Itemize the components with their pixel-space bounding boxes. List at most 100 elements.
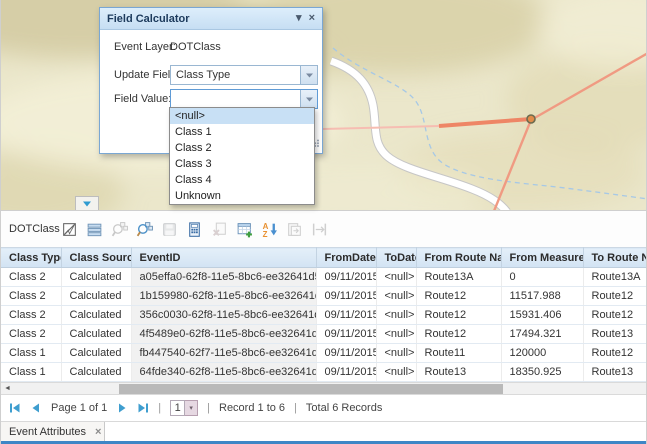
table-row[interactable]: Class 2Calculated1b159980-62f8-11e5-8bc6…	[1, 287, 647, 306]
table-cell[interactable]: <null>	[376, 287, 416, 306]
column-header[interactable]: From Route Name	[416, 248, 501, 268]
table-cell[interactable]: 09/11/2015	[316, 287, 376, 306]
update-field-dropdown-button[interactable]	[300, 66, 317, 84]
column-header[interactable]: To Route Name	[583, 248, 647, 268]
table-cell[interactable]: fb447540-62f7-11e5-8bc6-ee32641d5ec9	[131, 344, 316, 363]
column-header[interactable]: Class Type	[1, 248, 61, 268]
table-cell[interactable]: Calculated	[61, 344, 131, 363]
dropdown-option[interactable]: Class 3	[170, 156, 314, 172]
sort-records-icon[interactable]: AZ	[261, 221, 278, 238]
dropdown-option[interactable]: <null>	[170, 108, 314, 124]
table-cell[interactable]: 120000	[501, 344, 583, 363]
panel-collapse-handle[interactable]	[75, 196, 99, 210]
table-cell[interactable]: Route12	[583, 306, 647, 325]
table-cell[interactable]: 15931.406	[501, 306, 583, 325]
dropdown-option[interactable]: Class 2	[170, 140, 314, 156]
dropdown-option[interactable]: Class 1	[170, 124, 314, 140]
table-row[interactable]: Class 2Calculated356c0030-62f8-11e5-8bc6…	[1, 306, 647, 325]
table-cell[interactable]: Route13A	[416, 268, 501, 287]
dialog-titlebar[interactable]: Field Calculator ▾ ×	[100, 8, 322, 30]
next-page-button[interactable]	[116, 402, 128, 414]
table-cell[interactable]: 356c0030-62f8-11e5-8bc6-ee32641d5ec9	[131, 306, 316, 325]
table-cell[interactable]: Route12	[583, 287, 647, 306]
table-cell[interactable]: 4f5489e0-62f8-11e5-8bc6-ee32641d5ec9	[131, 325, 316, 344]
table-cell[interactable]: Calculated	[61, 287, 131, 306]
table-cell[interactable]: <null>	[376, 344, 416, 363]
scroll-left-arrow-icon[interactable]: ◄	[4, 383, 14, 394]
table-cell[interactable]: Class 2	[1, 287, 61, 306]
table-cell[interactable]: Class 1	[1, 344, 61, 363]
table-cell[interactable]: <null>	[376, 363, 416, 382]
table-row[interactable]: Class 1Calculatedfb447540-62f7-11e5-8bc6…	[1, 344, 647, 363]
page-number-select[interactable]: 1 ▾	[170, 400, 198, 416]
page-number-value[interactable]: 1	[170, 400, 185, 416]
table-cell[interactable]: <null>	[376, 325, 416, 344]
table-cell[interactable]: 11517.988	[501, 287, 583, 306]
table-cell[interactable]: 09/11/2015	[316, 344, 376, 363]
table-cell[interactable]: 18350.925	[501, 363, 583, 382]
dropdown-option[interactable]: Class 4	[170, 172, 314, 188]
table-cell[interactable]: Calculated	[61, 268, 131, 287]
table-cell[interactable]: 17494.321	[501, 325, 583, 344]
append-records-icon[interactable]	[236, 221, 253, 238]
table-cell[interactable]: Route12	[416, 287, 501, 306]
dialog-collapse-icon[interactable]: ▾	[296, 13, 302, 24]
table-cell[interactable]: a05effa0-62f8-11e5-8bc6-ee32641d5ec9	[131, 268, 316, 287]
table-cell[interactable]: Route13	[583, 363, 647, 382]
table-row[interactable]: Class 1Calculated64fde340-62f8-11e5-8bc6…	[1, 363, 647, 382]
table-cell[interactable]: 09/11/2015	[316, 363, 376, 382]
select-records-icon[interactable]	[61, 221, 78, 238]
table-cell[interactable]: 09/11/2015	[316, 325, 376, 344]
field-value-dropdown-button[interactable]	[300, 90, 317, 108]
field-value-combobox[interactable]	[170, 89, 318, 109]
table-cell[interactable]: Class 2	[1, 268, 61, 287]
table-cell[interactable]: Route12	[416, 325, 501, 344]
dropdown-option[interactable]: Unknown	[170, 188, 314, 204]
table-cell[interactable]: Route13	[583, 325, 647, 344]
tab-event-attributes[interactable]: Event Attributes ×	[1, 422, 105, 442]
page-number-dropdown-icon[interactable]: ▾	[185, 400, 198, 416]
dialog-close-icon[interactable]: ×	[309, 13, 315, 24]
table-cell[interactable]: Route12	[583, 344, 647, 363]
table-cell[interactable]: Route13	[416, 363, 501, 382]
table-cell[interactable]: Class 2	[1, 325, 61, 344]
table-cell[interactable]: <null>	[376, 268, 416, 287]
table-cell[interactable]: Route11	[416, 344, 501, 363]
table-cell[interactable]: Calculated	[61, 363, 131, 382]
table-cell[interactable]: Calculated	[61, 306, 131, 325]
column-header[interactable]: FromDate	[316, 248, 376, 268]
horizontal-scrollbar[interactable]: ◄	[1, 382, 647, 395]
column-header[interactable]: From Measure	[501, 248, 583, 268]
last-page-button[interactable]	[137, 402, 149, 414]
table-cell[interactable]: Route13A	[583, 268, 647, 287]
map-view[interactable]	[1, 0, 647, 210]
delete-selected-icon	[211, 221, 228, 238]
column-header[interactable]: Class Source	[61, 248, 131, 268]
table-cell[interactable]: 1b159980-62f8-11e5-8bc6-ee32641d5ec9	[131, 287, 316, 306]
event-layer-label: Event Layer:	[114, 41, 176, 53]
previous-page-button[interactable]	[30, 402, 42, 414]
pan-to-selected-icon[interactable]	[136, 221, 153, 238]
tab-close-icon[interactable]: ×	[95, 426, 101, 438]
dialog-title: Field Calculator	[107, 13, 289, 25]
scrollbar-thumb[interactable]	[119, 384, 503, 394]
table-cell[interactable]: <null>	[376, 306, 416, 325]
table-cell[interactable]: Class 2	[1, 306, 61, 325]
table-cell[interactable]: 0	[501, 268, 583, 287]
table-row[interactable]: Class 2Calculateda05effa0-62f8-11e5-8bc6…	[1, 268, 647, 287]
table-row[interactable]: Class 2Calculated4f5489e0-62f8-11e5-8bc6…	[1, 325, 647, 344]
attribute-toolbar-icons: AZ	[61, 221, 328, 238]
table-cell[interactable]: 09/11/2015	[316, 306, 376, 325]
table-cell[interactable]: 64fde340-62f8-11e5-8bc6-ee32641d5ec9	[131, 363, 316, 382]
table-cell[interactable]: Route12	[416, 306, 501, 325]
table-cell[interactable]: 09/11/2015	[316, 268, 376, 287]
show-selected-records-icon[interactable]	[86, 221, 103, 238]
column-header[interactable]: ToDate	[376, 248, 416, 268]
table-cell[interactable]: Calculated	[61, 325, 131, 344]
column-header[interactable]: EventID	[131, 248, 316, 268]
table-cell[interactable]: Class 1	[1, 363, 61, 382]
field-calculator-icon[interactable]	[186, 221, 203, 238]
first-page-button[interactable]	[9, 402, 21, 414]
attribute-toolbar: DOTClass AZ	[1, 211, 647, 247]
update-field-combobox[interactable]: Class Type	[170, 65, 318, 85]
